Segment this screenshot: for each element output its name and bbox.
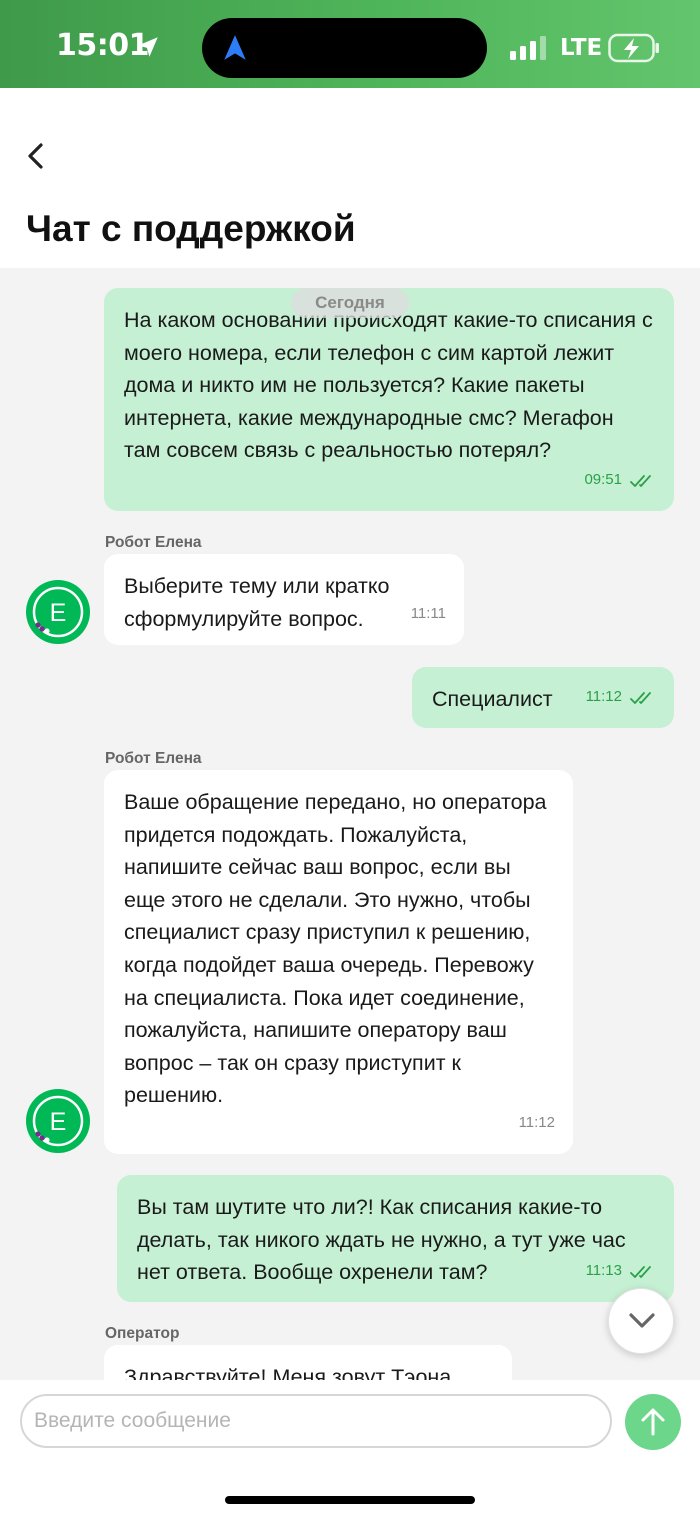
message-text: Здравствуйте! Меня зовут Тэона. <box>124 1365 458 1380</box>
chevron-down-icon <box>629 1313 655 1328</box>
date-separator: Сегодня <box>291 288 409 318</box>
message-input[interactable] <box>20 1394 612 1448</box>
read-ticks-icon <box>630 691 651 704</box>
home-indicator <box>225 1496 475 1504</box>
message-text: Вы там шутите что ли?! Как списания каки… <box>137 1195 626 1285</box>
send-arrow-icon <box>641 1408 665 1436</box>
network-type: LTE <box>560 35 603 61</box>
message-time: 11:12 <box>585 688 622 706</box>
avatar-logo-icon: Е <box>26 580 90 644</box>
message-time: 11:12 <box>518 1114 555 1132</box>
svg-text:Е: Е <box>50 599 67 627</box>
status-bar: 15:01 LTE <box>0 0 700 88</box>
message-bubble-outgoing: Специалист 11:12 <box>412 667 674 728</box>
read-ticks-icon <box>630 1265 651 1278</box>
message-text: На каком основании происходят какие-то с… <box>124 308 653 463</box>
message-meta: 11:11 <box>411 598 446 631</box>
message-composer <box>0 1380 700 1517</box>
sender-name: Робот Елена <box>105 750 202 767</box>
message-meta: 09:51 <box>584 464 656 497</box>
back-chevron-icon[interactable] <box>18 136 58 176</box>
battery-charging-icon <box>608 33 659 63</box>
message-time: 11:11 <box>410 605 446 623</box>
message-bubble-incoming: Ваше обращение передано, но оператора пр… <box>104 770 573 1154</box>
scroll-down-button[interactable] <box>608 1288 674 1354</box>
message-meta: 11:13 <box>586 1255 656 1288</box>
page-title: Чат с поддержкой <box>26 208 356 249</box>
svg-text:Е: Е <box>50 1108 67 1136</box>
avatar-logo-icon: Е <box>26 1089 90 1153</box>
message-text: Ваше обращение передано, но оператора пр… <box>124 790 547 1108</box>
message-bubble-incoming: Здравствуйте! Меня зовут Тэона. <box>104 1345 512 1380</box>
message-time: 09:51 <box>584 471 622 489</box>
message-meta: 11:12 <box>586 681 656 714</box>
chat-messages[interactable]: На каком основании происходят какие-то с… <box>0 268 700 1380</box>
message-text: Выберите тему или кратко сформулируйте в… <box>124 574 390 631</box>
signal-icon <box>510 36 546 60</box>
message-bubble-outgoing: Вы там шутите что ли?! Как списания каки… <box>117 1175 674 1302</box>
sender-name: Робот Елена <box>105 534 202 551</box>
chat-header: Чат с поддержкой <box>0 88 700 268</box>
message-time: 11:13 <box>585 1262 622 1280</box>
read-ticks-icon <box>630 474 651 487</box>
dynamic-island <box>202 18 487 78</box>
location-arrow-icon <box>138 37 158 57</box>
message-bubble-outgoing: На каком основании происходят какие-то с… <box>104 288 674 511</box>
message-meta: 11:12 <box>519 1107 555 1140</box>
send-button[interactable] <box>625 1394 681 1450</box>
message-bubble-incoming: Выберите тему или кратко сформулируйте в… <box>104 554 464 645</box>
navigation-icon <box>224 35 246 60</box>
sender-name: Оператор <box>105 1325 180 1342</box>
